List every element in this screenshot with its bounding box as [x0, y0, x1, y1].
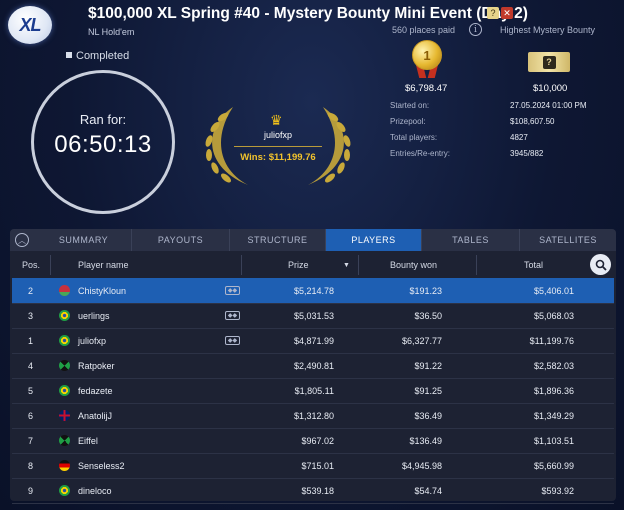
row-total: $1,349.29 [533, 410, 574, 421]
table-row[interactable]: 6 AnatolijJ $1,312.80 $36.49 $1,349.29 [12, 403, 614, 428]
table-row[interactable]: 2 ChistyKloun ◆◆ $5,214.78 $191.23 $5,406.01 [12, 278, 614, 303]
column-prize[interactable]: Prize [288, 254, 309, 276]
row-total: $2,582.03 [533, 360, 574, 371]
table-row[interactable]: 1 juliofxp ◆◆ $4,871.99 $6,327.77 $11,199.76 [12, 328, 614, 353]
ticket-symbol: ? [542, 55, 556, 69]
ran-for-label: Ran for: [79, 112, 127, 127]
started-on-label: Started on: [390, 101, 430, 110]
first-place-medal-icon: 1 [412, 40, 442, 70]
row-total: $5,660.99 [533, 460, 574, 471]
first-place-amount: $6,798.47 [405, 83, 448, 94]
logo-text: XL [19, 14, 41, 35]
mystery-bounty-icon: ? [487, 7, 499, 19]
row-total: $1,103.51 [533, 435, 574, 446]
row-total: $5,406.01 [533, 285, 574, 296]
mystery-ticket-icon: ? [528, 52, 570, 72]
entries-label: Entries/Re-entry: [390, 149, 451, 158]
total-players-label: Total players: [390, 133, 438, 142]
table-row[interactable]: 8 Senseless2 $715.01 $4,945.98 $5,660.99 [12, 453, 614, 478]
column-divider [476, 255, 477, 275]
entries-value: 3945/882 [510, 149, 544, 158]
game-type: NL Hold'em [88, 27, 135, 37]
places-paid: 560 places paid [392, 25, 456, 35]
tournament-title: $100,000 XL Spring #40 - Mystery Bounty … [88, 5, 528, 22]
sort-desc-icon[interactable]: ▼ [343, 254, 350, 276]
run-time: 06:50:13 [54, 131, 152, 158]
close-icon[interactable]: ✕ [501, 7, 513, 19]
collapse-chevron-icon[interactable]: ︿ [15, 233, 29, 247]
search-icon[interactable] [590, 254, 611, 275]
row-total: $5,068.03 [533, 310, 574, 321]
winner-divider [234, 146, 322, 147]
row-total: $593.92 [541, 485, 574, 496]
status-dot-icon [66, 52, 72, 58]
medal-number: 1 [423, 47, 431, 63]
prizepool-value: $108,607.50 [510, 117, 555, 126]
total-players-value: 4827 [510, 133, 528, 142]
table-row[interactable]: 5 fedazete $1,805.11 $91.25 $1,896.36 [12, 378, 614, 403]
column-divider [358, 255, 359, 275]
info-icon[interactable]: i [469, 23, 482, 36]
tab-summary[interactable]: SUMMARY [36, 229, 132, 251]
table-row[interactable]: 3 uerlings ◆◆ $5,031.53 $36.50 $5,068.03 [12, 303, 614, 328]
tab-players[interactable]: PLAYERS [326, 229, 422, 251]
table-row[interactable]: 4 Ratpoker $2,490.81 $91.22 $2,582.03 [12, 353, 614, 378]
column-bounty[interactable]: Bounty won [390, 254, 437, 276]
tab-structure[interactable]: STRUCTURE [230, 229, 326, 251]
tab-tables[interactable]: TABLES [422, 229, 520, 251]
column-divider [50, 255, 51, 275]
xl-logo: XL [8, 6, 52, 44]
highest-bounty-amount: $10,000 [533, 83, 568, 94]
status-text: Completed [76, 50, 130, 62]
column-total[interactable]: Total [524, 254, 543, 276]
highest-mystery-bounty-label: Highest Mystery Bounty [500, 25, 596, 35]
column-player[interactable]: Player name [78, 254, 129, 276]
status-badge: Completed [66, 50, 129, 62]
winner-wins: Wins: $11,199.76 [240, 152, 316, 163]
prizepool-label: Prizepool: [390, 117, 426, 126]
table-row[interactable]: 9 dineloco $539.18 $54.74 $593.92 [12, 478, 614, 503]
table-row[interactable]: 7 Eiffel $967.02 $136.49 $1,103.51 [12, 428, 614, 453]
tab-satellites[interactable]: SATELLITES [520, 229, 616, 251]
row-total: $11,199.76 [529, 335, 574, 346]
tab-payouts[interactable]: PAYOUTS [132, 229, 230, 251]
row-total: $1,896.36 [533, 385, 574, 396]
column-divider [241, 255, 242, 275]
row-divider [12, 503, 614, 504]
started-on-value: 27.05.2024 01:00 PM [510, 101, 587, 110]
winner-name: juliofxp [263, 130, 292, 140]
column-pos[interactable]: Pos. [22, 254, 40, 276]
crown-icon: ♛ [270, 112, 283, 128]
